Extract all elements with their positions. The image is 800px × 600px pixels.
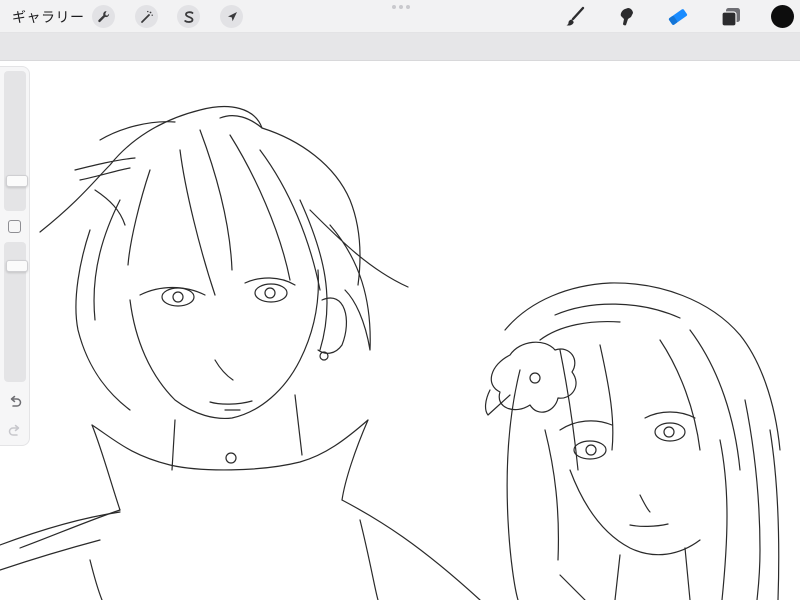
gallery-button[interactable]: ギャラリー — [12, 7, 85, 27]
brush-size-thumb[interactable] — [6, 175, 28, 187]
modify-button[interactable] — [8, 220, 21, 233]
smudge-icon — [620, 8, 633, 26]
eraser-icon — [668, 9, 688, 25]
selection-s-icon — [183, 10, 193, 23]
erase-tool-button[interactable] — [666, 5, 690, 29]
actions-button[interactable] — [92, 5, 115, 28]
paint-tool-button[interactable] — [563, 5, 587, 29]
arrow-cursor-icon — [227, 11, 237, 21]
brush-size-slider[interactable] — [4, 71, 28, 211]
wrench-icon — [97, 10, 109, 22]
top-toolbar: ギャラリー — [0, 0, 800, 33]
brush-icon — [566, 6, 585, 26]
selection-button[interactable] — [177, 5, 200, 28]
sketch-artwork — [0, 106, 781, 600]
opacity-thumb[interactable] — [6, 260, 28, 272]
smudge-tool-button[interactable] — [615, 5, 639, 29]
adjustments-button[interactable] — [135, 5, 158, 28]
opacity-slider[interactable] — [4, 242, 28, 382]
transform-button[interactable] — [220, 5, 243, 28]
layers-button[interactable] — [719, 5, 743, 29]
redo-icon — [8, 424, 20, 436]
drawing-canvas[interactable] — [0, 61, 800, 600]
toolbar-strip — [0, 33, 800, 61]
layers-icon — [721, 8, 740, 27]
color-picker-button[interactable] — [771, 5, 794, 28]
magic-wand-icon — [140, 10, 153, 23]
toolbar-grabber[interactable] — [392, 5, 410, 9]
undo-button[interactable] — [7, 394, 23, 410]
undo-icon — [10, 395, 22, 407]
redo-button[interactable] — [7, 423, 23, 439]
left-sidebar — [0, 66, 30, 446]
